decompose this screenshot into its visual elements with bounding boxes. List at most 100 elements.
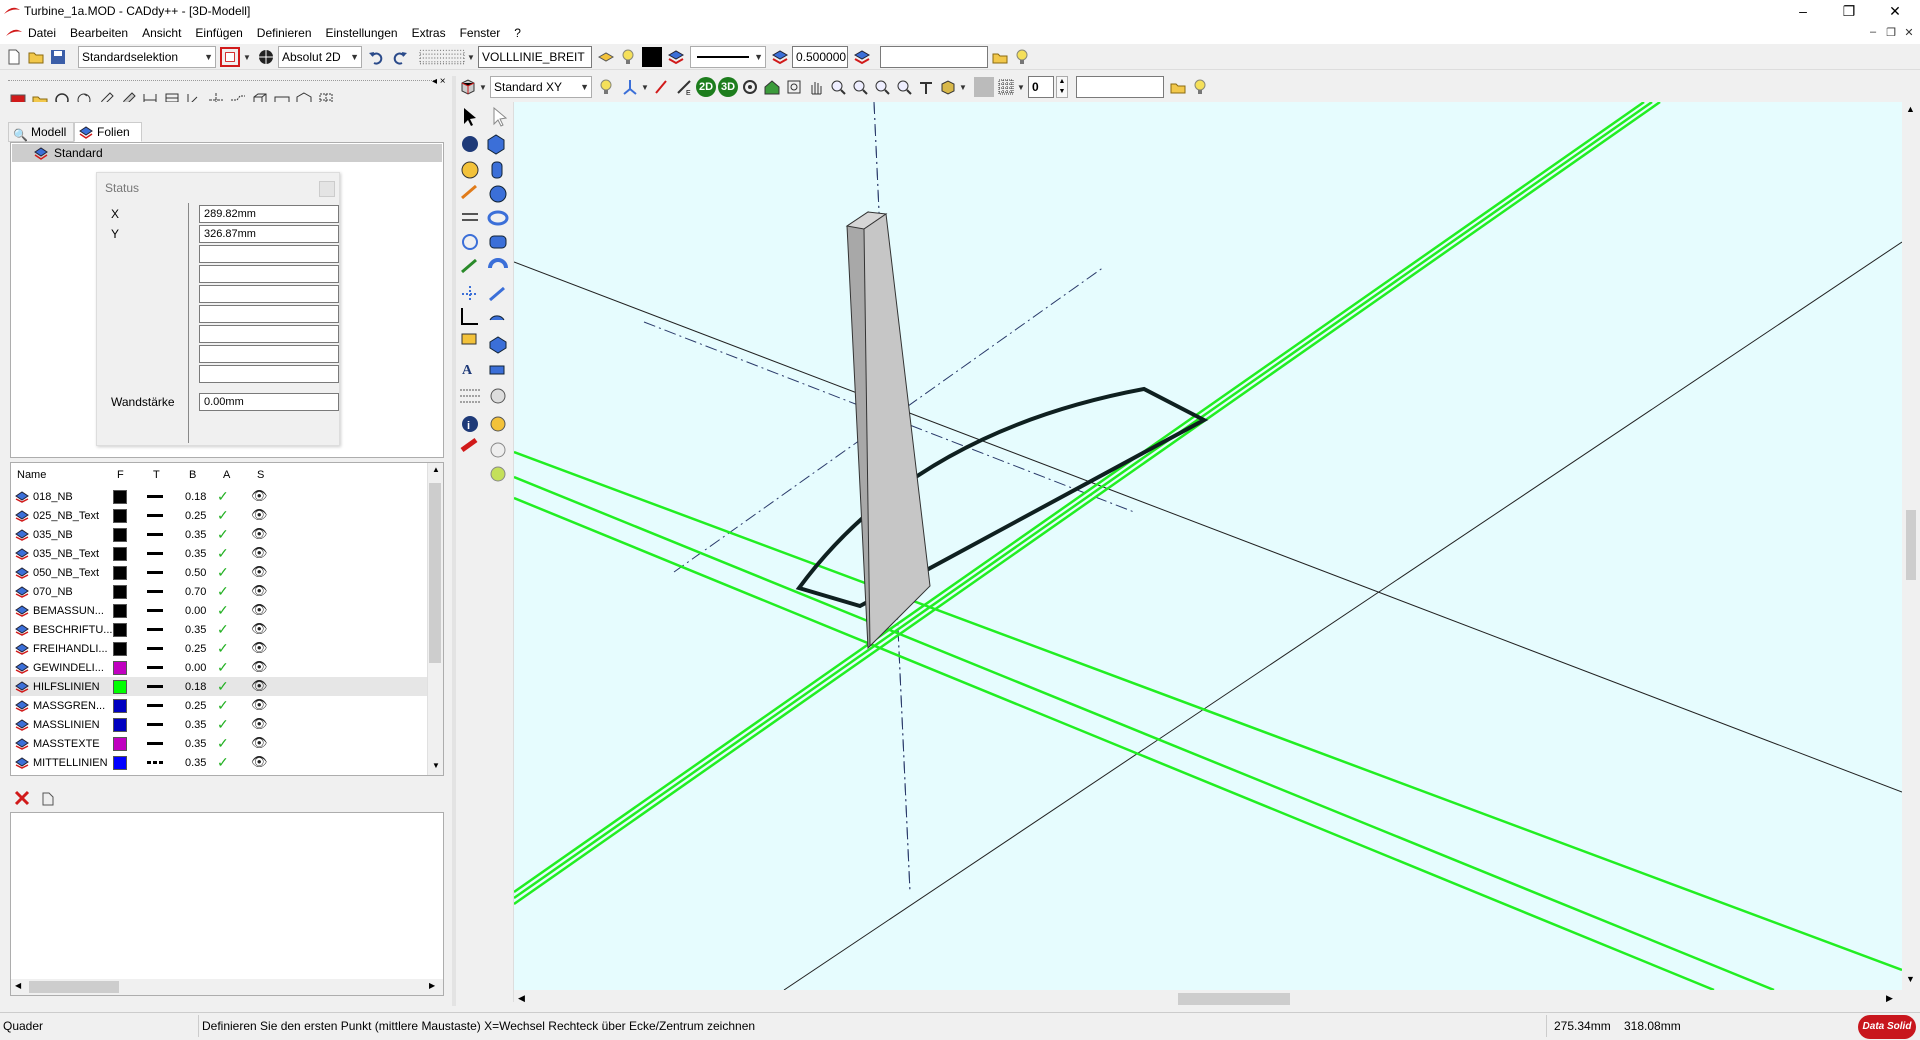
- tab-folien[interactable]: Folien: [74, 122, 142, 142]
- check-icon[interactable]: ✓: [217, 526, 229, 543]
- menu-help[interactable]: ?: [514, 26, 521, 40]
- lightbulb-icon[interactable]: [1012, 47, 1032, 67]
- layer-linetype[interactable]: [147, 685, 163, 688]
- zoom-out-icon[interactable]: [850, 77, 870, 97]
- eye-icon[interactable]: 👁: [251, 697, 268, 713]
- lightbulb-icon[interactable]: [618, 47, 638, 67]
- coord-mode-select[interactable]: Absolut 2D ▼: [278, 46, 362, 68]
- eye-icon[interactable]: 👁: [251, 754, 268, 770]
- layer-color-swatch[interactable]: [113, 718, 127, 732]
- tab-modell[interactable]: 🔍 Modell: [8, 122, 74, 142]
- layer-linetype[interactable]: [147, 514, 163, 517]
- layer-color-swatch[interactable]: [113, 680, 127, 694]
- properties-scroll-thumb[interactable]: [29, 981, 119, 993]
- layer-linetype[interactable]: [147, 723, 163, 726]
- scroll-right-icon[interactable]: ▶: [429, 981, 435, 990]
- eye-icon[interactable]: 👁: [251, 716, 268, 732]
- status-field-8[interactable]: [199, 345, 339, 363]
- wall-value-field[interactable]: 0.00mm: [199, 393, 339, 411]
- scroll-down-icon[interactable]: ▼: [432, 761, 440, 770]
- mdi-minimize-button[interactable]: –: [1864, 26, 1882, 38]
- status-close-button[interactable]: [319, 181, 335, 197]
- status-field-6[interactable]: [199, 305, 339, 323]
- layer-color-swatch[interactable]: [113, 547, 127, 561]
- layer-linetype[interactable]: [147, 742, 163, 745]
- render-gray-icon[interactable]: [974, 77, 994, 97]
- y-value-field[interactable]: 326.87mm: [199, 225, 339, 243]
- zoom-in-icon[interactable]: [828, 77, 848, 97]
- col-header-a[interactable]: A: [223, 469, 230, 481]
- coord-mode-icon[interactable]: [256, 47, 276, 67]
- status-field-7[interactable]: [199, 325, 339, 343]
- home-view-icon[interactable]: [762, 77, 782, 97]
- layer-row[interactable]: GEWINDELI... 0.00 ✓ 👁: [11, 658, 427, 677]
- status-field-4[interactable]: [199, 265, 339, 283]
- layer-color-swatch[interactable]: [113, 604, 127, 618]
- layer-row[interactable]: MASSLINIEN 0.35 ✓ 👁: [11, 715, 427, 734]
- scroll-left-icon[interactable]: ◀: [15, 981, 21, 990]
- scroll-down-icon[interactable]: ▼: [1906, 974, 1915, 984]
- close-button[interactable]: ✕: [1872, 0, 1918, 24]
- layer-stack-icon[interactable]: [596, 47, 616, 67]
- section-icon[interactable]: [916, 77, 936, 97]
- layer-row[interactable]: 025_NB_Text 0.25 ✓ 👁: [11, 506, 427, 525]
- col-header-name[interactable]: Name: [17, 469, 46, 481]
- layer-color-swatch[interactable]: [113, 756, 127, 770]
- 3d-viewport[interactable]: [514, 102, 1902, 990]
- grid-pattern-icon[interactable]: [418, 47, 466, 67]
- axis-icon[interactable]: [620, 77, 640, 97]
- eye-icon[interactable]: 👁: [251, 507, 268, 523]
- eye-icon[interactable]: 👁: [251, 545, 268, 561]
- delete-layer-icon[interactable]: [12, 788, 32, 808]
- eye-icon[interactable]: 👁: [251, 735, 268, 751]
- layer-linetype[interactable]: [147, 628, 163, 631]
- layer-row[interactable]: MITTELLINIEN 0.35 ✓ 👁: [11, 753, 427, 772]
- zoom-window-icon[interactable]: [784, 77, 804, 97]
- layer-color-swatch[interactable]: [113, 566, 127, 580]
- layer-linetype[interactable]: [147, 704, 163, 707]
- layer-linetype[interactable]: [147, 666, 163, 669]
- menu-bearbeiten[interactable]: Bearbeiten: [70, 26, 128, 40]
- view-cube-icon[interactable]: [458, 77, 478, 97]
- open-file-icon[interactable]: [26, 47, 46, 67]
- eye-icon[interactable]: 👁: [251, 659, 268, 675]
- check-icon[interactable]: ✓: [217, 659, 229, 676]
- col-header-f[interactable]: F: [117, 469, 124, 481]
- scroll-right-icon[interactable]: ▶: [1886, 993, 1893, 1004]
- eye-icon[interactable]: 👁: [251, 583, 268, 599]
- layer-color-swatch[interactable]: [113, 699, 127, 713]
- col-header-b[interactable]: B: [189, 469, 196, 481]
- chevron-down-icon[interactable]: ▼: [242, 47, 252, 67]
- search-field-2[interactable]: [1076, 76, 1164, 98]
- panel-pin-icon[interactable]: ◂ ×: [432, 76, 446, 87]
- layer-icon[interactable]: [666, 47, 686, 67]
- edge-icon[interactable]: E: [674, 77, 694, 97]
- layer-row[interactable]: 070_NB 0.70 ✓ 👁: [11, 582, 427, 601]
- eye-icon[interactable]: 👁: [251, 602, 268, 618]
- layer-color-swatch[interactable]: [113, 490, 127, 504]
- layer-color-swatch[interactable]: [113, 661, 127, 675]
- undo-icon[interactable]: [366, 47, 386, 67]
- layer-row[interactable]: 050_NB_Text 0.50 ✓ 👁: [11, 563, 427, 582]
- menu-ansicht[interactable]: Ansicht: [142, 26, 181, 40]
- x-value-field[interactable]: 289.82mm: [199, 205, 339, 223]
- check-icon[interactable]: ✓: [217, 678, 229, 695]
- layer-color-swatch[interactable]: [113, 623, 127, 637]
- layer-linetype[interactable]: [147, 552, 163, 555]
- viewport-hscroll-thumb[interactable]: [1178, 993, 1290, 1005]
- hatch-pattern-icon[interactable]: [996, 77, 1016, 97]
- line-type-field[interactable]: VOLLLINIE_BREIT: [478, 46, 592, 68]
- view-2d-button[interactable]: 2D: [696, 77, 716, 97]
- app-menu-icon[interactable]: [6, 28, 22, 38]
- view-3d-button[interactable]: 3D: [718, 77, 738, 97]
- lightbulb-icon[interactable]: [1190, 77, 1210, 97]
- zoom-all-icon[interactable]: [872, 77, 892, 97]
- menu-definieren[interactable]: Definieren: [257, 26, 312, 40]
- redo-icon[interactable]: [390, 47, 410, 67]
- restore-button[interactable]: ❐: [1826, 0, 1872, 24]
- chevron-down-icon[interactable]: ▼: [466, 47, 476, 67]
- check-icon[interactable]: ✓: [217, 735, 229, 752]
- layer-width-icon[interactable]: [770, 47, 790, 67]
- scroll-left-icon[interactable]: ◀: [518, 993, 525, 1004]
- col-header-s[interactable]: S: [257, 469, 264, 481]
